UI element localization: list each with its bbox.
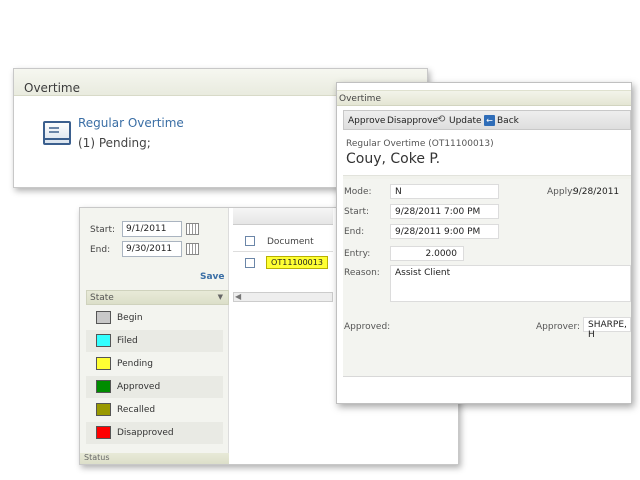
state-label: Disapproved	[117, 428, 174, 438]
table-row[interactable]: OT11100013	[233, 252, 333, 276]
state-legend-item: Disapproved	[86, 422, 223, 444]
entry-label: Entry:	[344, 249, 371, 259]
chevron-down-icon[interactable]: ▼	[218, 293, 223, 301]
save-link[interactable]: Save	[200, 272, 225, 282]
horizontal-scrollbar[interactable]: ◀	[233, 292, 333, 302]
end-label: End:	[90, 245, 111, 255]
select-all-checkbox[interactable]	[245, 236, 255, 246]
employee-name: Couy, Coke P.	[346, 151, 441, 167]
update-icon[interactable]: ⟲	[437, 114, 445, 125]
apply-date-value: 9/28/2011	[573, 187, 620, 197]
reason-textarea[interactable]: Assist Client	[390, 265, 631, 302]
disapprove-button[interactable]: Disapprove	[387, 116, 438, 126]
state-legend-item: Pending	[86, 353, 223, 375]
divider	[343, 376, 631, 377]
scroll-left-icon[interactable]: ◀	[235, 292, 241, 301]
state-swatch-pending	[96, 357, 111, 370]
panel-title: Overtime	[337, 90, 631, 106]
state-swatch-recalled	[96, 403, 111, 416]
row-checkbox[interactable]	[245, 258, 255, 268]
state-header-label: State	[90, 293, 114, 303]
state-legend-item: Begin	[86, 307, 223, 329]
start-label: Start:	[90, 225, 116, 235]
pending-count-text: (1) Pending;	[78, 136, 151, 150]
overtime-type-label: Regular Overtime (OT11100013)	[346, 139, 494, 149]
approver-label: Approver:	[536, 322, 581, 332]
state-label: Approved	[117, 382, 161, 392]
state-swatch-approved	[96, 380, 111, 393]
start-date-input[interactable]: 9/1/2011	[122, 221, 182, 237]
overtime-detail-form: Mode: N Apply: 9/28/2011 Start: 9/28/201…	[343, 179, 631, 377]
entry-hours-field[interactable]: 2.0000	[390, 246, 464, 261]
update-button[interactable]: Update	[449, 116, 482, 126]
grid-header-row: Document	[233, 230, 333, 252]
state-label: Begin	[117, 313, 143, 323]
end-date-input[interactable]: 9/30/2011	[122, 241, 182, 257]
state-label: Recalled	[117, 405, 156, 415]
filter-sidebar: Start: 9/1/2011 End: 9/30/2011 Save Stat…	[80, 208, 229, 464]
approver-field[interactable]: SHARPE, H	[583, 317, 631, 340]
calendar-icon[interactable]	[186, 223, 199, 235]
approve-button[interactable]: Approve	[348, 116, 385, 126]
document-icon	[43, 121, 71, 145]
action-toolbar: Approve Disapprove ⟲ Update ← Back	[343, 110, 631, 130]
reason-label: Reason:	[344, 268, 380, 278]
regular-overtime-link[interactable]: Regular Overtime	[78, 116, 184, 130]
apply-label: Apply:	[547, 187, 575, 197]
state-legend-item: Filed	[86, 330, 223, 352]
state-swatch-filed	[96, 334, 111, 347]
mode-field[interactable]: N	[390, 184, 499, 199]
end-datetime-field[interactable]: 9/28/2011 9:00 PM	[390, 224, 499, 239]
back-arrow-icon[interactable]: ←	[484, 115, 495, 126]
overtime-detail-panel: Overtime Approve Disapprove ⟲ Update ← B…	[336, 82, 632, 404]
state-swatch-disapproved	[96, 426, 111, 439]
mode-label: Mode:	[344, 187, 372, 197]
calendar-icon[interactable]	[186, 243, 199, 255]
back-button[interactable]: Back	[497, 116, 519, 126]
state-label: Pending	[117, 359, 153, 369]
document-column-header[interactable]: Document	[267, 237, 314, 247]
state-label: Filed	[117, 336, 138, 346]
state-legend-item: Approved	[86, 376, 223, 398]
document-number-badge[interactable]: OT11100013	[266, 256, 328, 269]
state-legend-item: Recalled	[86, 399, 223, 421]
grid-toolbar	[233, 208, 333, 225]
end-label: End:	[344, 227, 365, 237]
status-section-header[interactable]: Status	[80, 453, 229, 464]
start-label: Start:	[344, 207, 370, 217]
start-datetime-field[interactable]: 9/28/2011 7:00 PM	[390, 204, 499, 219]
approved-label: Approved:	[344, 322, 391, 332]
state-swatch-begin	[96, 311, 111, 324]
state-section-header[interactable]: State ▼	[86, 290, 229, 305]
